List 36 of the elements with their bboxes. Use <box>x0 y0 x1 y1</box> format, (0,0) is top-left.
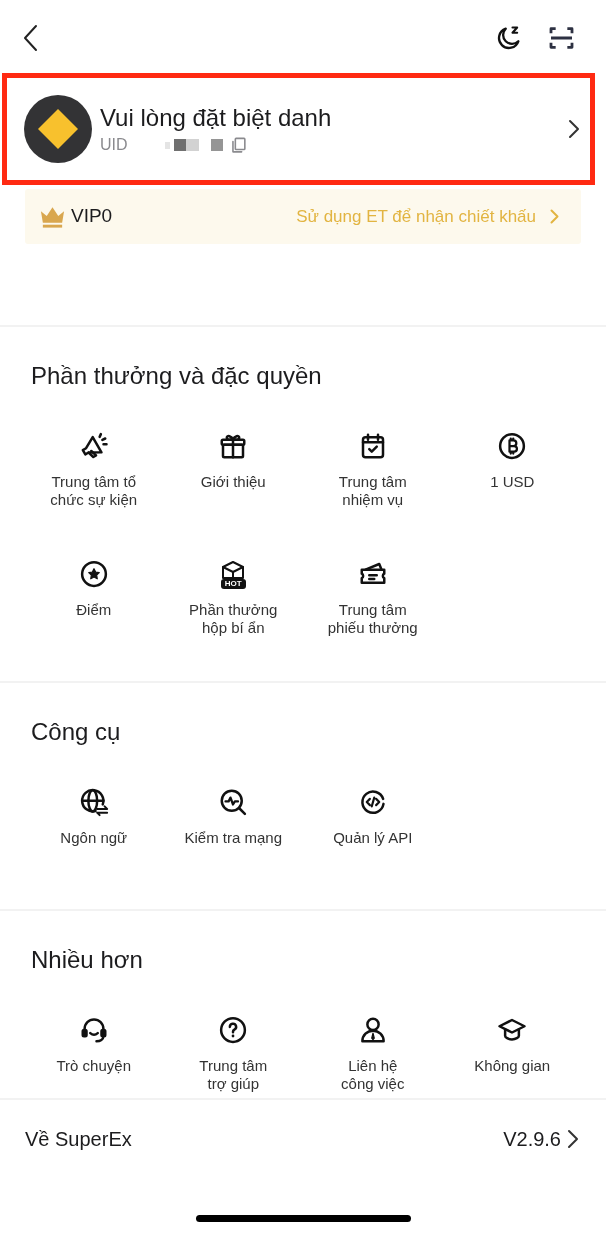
avatar-icon <box>24 95 92 163</box>
menu-item[interactable]: Giới thiệu <box>163 431 303 509</box>
menu-item[interactable]: Không gian <box>442 1015 582 1093</box>
section-title: Phần thưởng và đặc quyền <box>30 361 323 391</box>
pulse-search-icon <box>218 787 249 817</box>
menu-item[interactable]: Liên hệ công việc <box>303 1015 443 1093</box>
menu-item[interactable]: Trung tâm phiếu thưởng <box>303 559 443 637</box>
nickname-text: Vui lòng đặt biệt danh <box>100 103 333 133</box>
menu-item[interactable]: 1 USD <box>442 431 582 509</box>
menu-item[interactable]: Quản lý API <box>303 787 443 865</box>
menu-item[interactable]: Điểm <box>24 559 164 637</box>
chevron-right-icon[interactable] <box>568 119 580 139</box>
chevron-right-icon <box>550 209 559 224</box>
icon-badge: HOT <box>220 579 246 589</box>
scan-icon[interactable] <box>547 24 576 52</box>
crown-icon <box>39 204 66 229</box>
menu-item[interactable]: Trò chuyện <box>24 1015 164 1093</box>
section-title: Công cụ <box>30 717 122 747</box>
redacted-uid-drawing <box>164 139 223 151</box>
menu-item[interactable]: Trung tâm trợ giúp <box>163 1015 303 1093</box>
chevron-right-icon <box>567 1129 579 1149</box>
version-label: V2.9.6 <box>503 1127 561 1152</box>
star-circle-icon <box>78 559 109 589</box>
globe-arrows-icon <box>78 787 109 817</box>
menu-item[interactable]: Kiểm tra mạng <box>163 787 303 865</box>
coin-icon <box>497 431 528 461</box>
menu-item[interactable]: Trung tâm tổ chức sự kiện <box>24 431 164 509</box>
uid-label: UID <box>100 135 128 155</box>
back-icon[interactable] <box>22 24 38 52</box>
section-title: Nhiều hơn <box>30 945 144 975</box>
menu-item[interactable]: Trung tâm nhiệm vụ <box>303 431 443 509</box>
menu-item[interactable]: Ngôn ngữ <box>24 787 164 865</box>
vip-level-text: VIP0 <box>71 204 113 229</box>
about-row[interactable]: Về SuperEx V2.9.6 <box>0 1100 606 1178</box>
menu-item[interactable]: HOT Phần thưởng hộp bí ẩn <box>163 559 303 637</box>
help-icon <box>218 1015 249 1045</box>
